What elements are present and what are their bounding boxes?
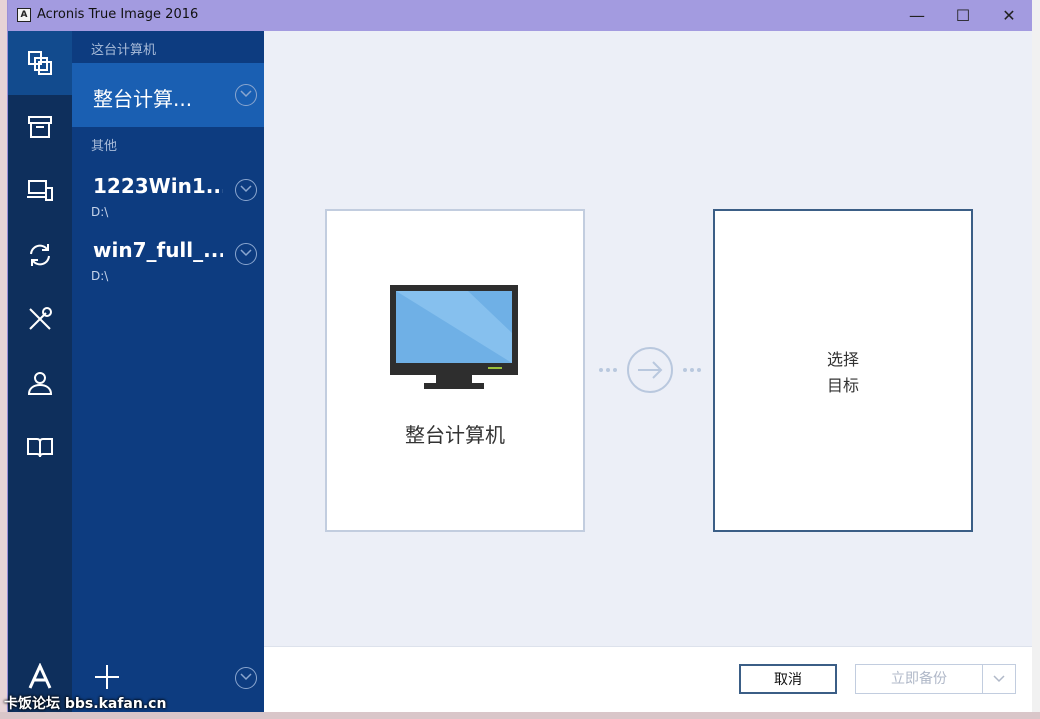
backup-item[interactable]: win7_full_... D:\: [72, 231, 264, 291]
tools-icon: [29, 307, 52, 330]
backup-item-path: D:\: [91, 269, 109, 283]
main-area: 整台计算机 选择 目标: [264, 31, 1032, 646]
backup-options-dropdown[interactable]: [982, 664, 1016, 694]
archive-icon: [28, 116, 52, 138]
forum-watermark: 卡饭论坛 bbs.kafan.cn: [4, 696, 167, 712]
help-book-icon: [27, 438, 53, 458]
add-backup-button[interactable]: [92, 662, 122, 692]
nav-backup[interactable]: [8, 31, 72, 95]
background-window-strip: [1032, 0, 1040, 719]
account-icon: [27, 372, 53, 395]
nav-rail: [8, 31, 72, 712]
flow-arrow: [593, 346, 707, 394]
source-panel: 这台计算机 整台计算... 其他 1223Win1... D:\ win7_fu…: [72, 31, 264, 712]
backup-item-path: D:\: [91, 205, 109, 219]
taskbar-strip: [0, 712, 1040, 719]
footer-bar: 取消 立即备份: [264, 646, 1032, 713]
nav-archive[interactable]: [8, 95, 72, 159]
nav-devices[interactable]: [8, 159, 72, 223]
nav-account[interactable]: [8, 351, 72, 415]
nav-help[interactable]: [8, 415, 72, 479]
plus-icon: [95, 665, 119, 689]
backup-item[interactable]: 1223Win1... D:\: [72, 167, 264, 227]
close-button[interactable]: ✕: [986, 0, 1032, 31]
source-card[interactable]: 整台计算机: [325, 209, 585, 532]
backup-item-name: 1223Win1...: [93, 174, 223, 198]
this-computer-label: 这台计算机: [91, 43, 157, 58]
backup-icon: [28, 51, 52, 75]
maximize-button[interactable]: ☐: [940, 0, 986, 31]
app-window: A Acronis True Image 2016 — ☐ ✕ 这台计算机 整台…: [8, 0, 1032, 713]
source-item-selected[interactable]: 整台计算...: [72, 63, 264, 127]
source-item-name: 整台计算...: [93, 87, 193, 111]
backup-item-name: win7_full_...: [93, 238, 223, 262]
chevron-down-icon[interactable]: [235, 243, 257, 265]
cancel-button[interactable]: 取消: [739, 664, 837, 694]
title-bar[interactable]: A Acronis True Image 2016 — ☐ ✕: [8, 0, 1032, 31]
sync-icon: [30, 244, 50, 266]
chevron-down-icon[interactable]: [235, 84, 257, 106]
chevron-down-icon[interactable]: [235, 179, 257, 201]
minimize-button[interactable]: —: [894, 0, 940, 31]
chevron-down-icon: [993, 675, 1005, 683]
nav-sync[interactable]: [8, 223, 72, 287]
source-card-label: 整台计算机: [405, 423, 505, 447]
window-title: Acronis True Image 2016: [37, 7, 199, 22]
nav-tools[interactable]: [8, 287, 72, 351]
acronis-app-icon: A: [17, 8, 31, 22]
destination-card[interactable]: 选择 目标: [713, 209, 973, 532]
other-label: 其他: [91, 139, 118, 154]
arrow-right-icon: [599, 347, 701, 393]
destination-label: 选择 目标: [826, 350, 859, 395]
monitor-icon: [390, 285, 518, 389]
chevron-down-icon[interactable]: [235, 667, 257, 689]
acronis-logo-icon: [28, 663, 52, 689]
backup-now-button[interactable]: 立即备份: [855, 664, 983, 694]
devices-icon: [27, 180, 53, 201]
